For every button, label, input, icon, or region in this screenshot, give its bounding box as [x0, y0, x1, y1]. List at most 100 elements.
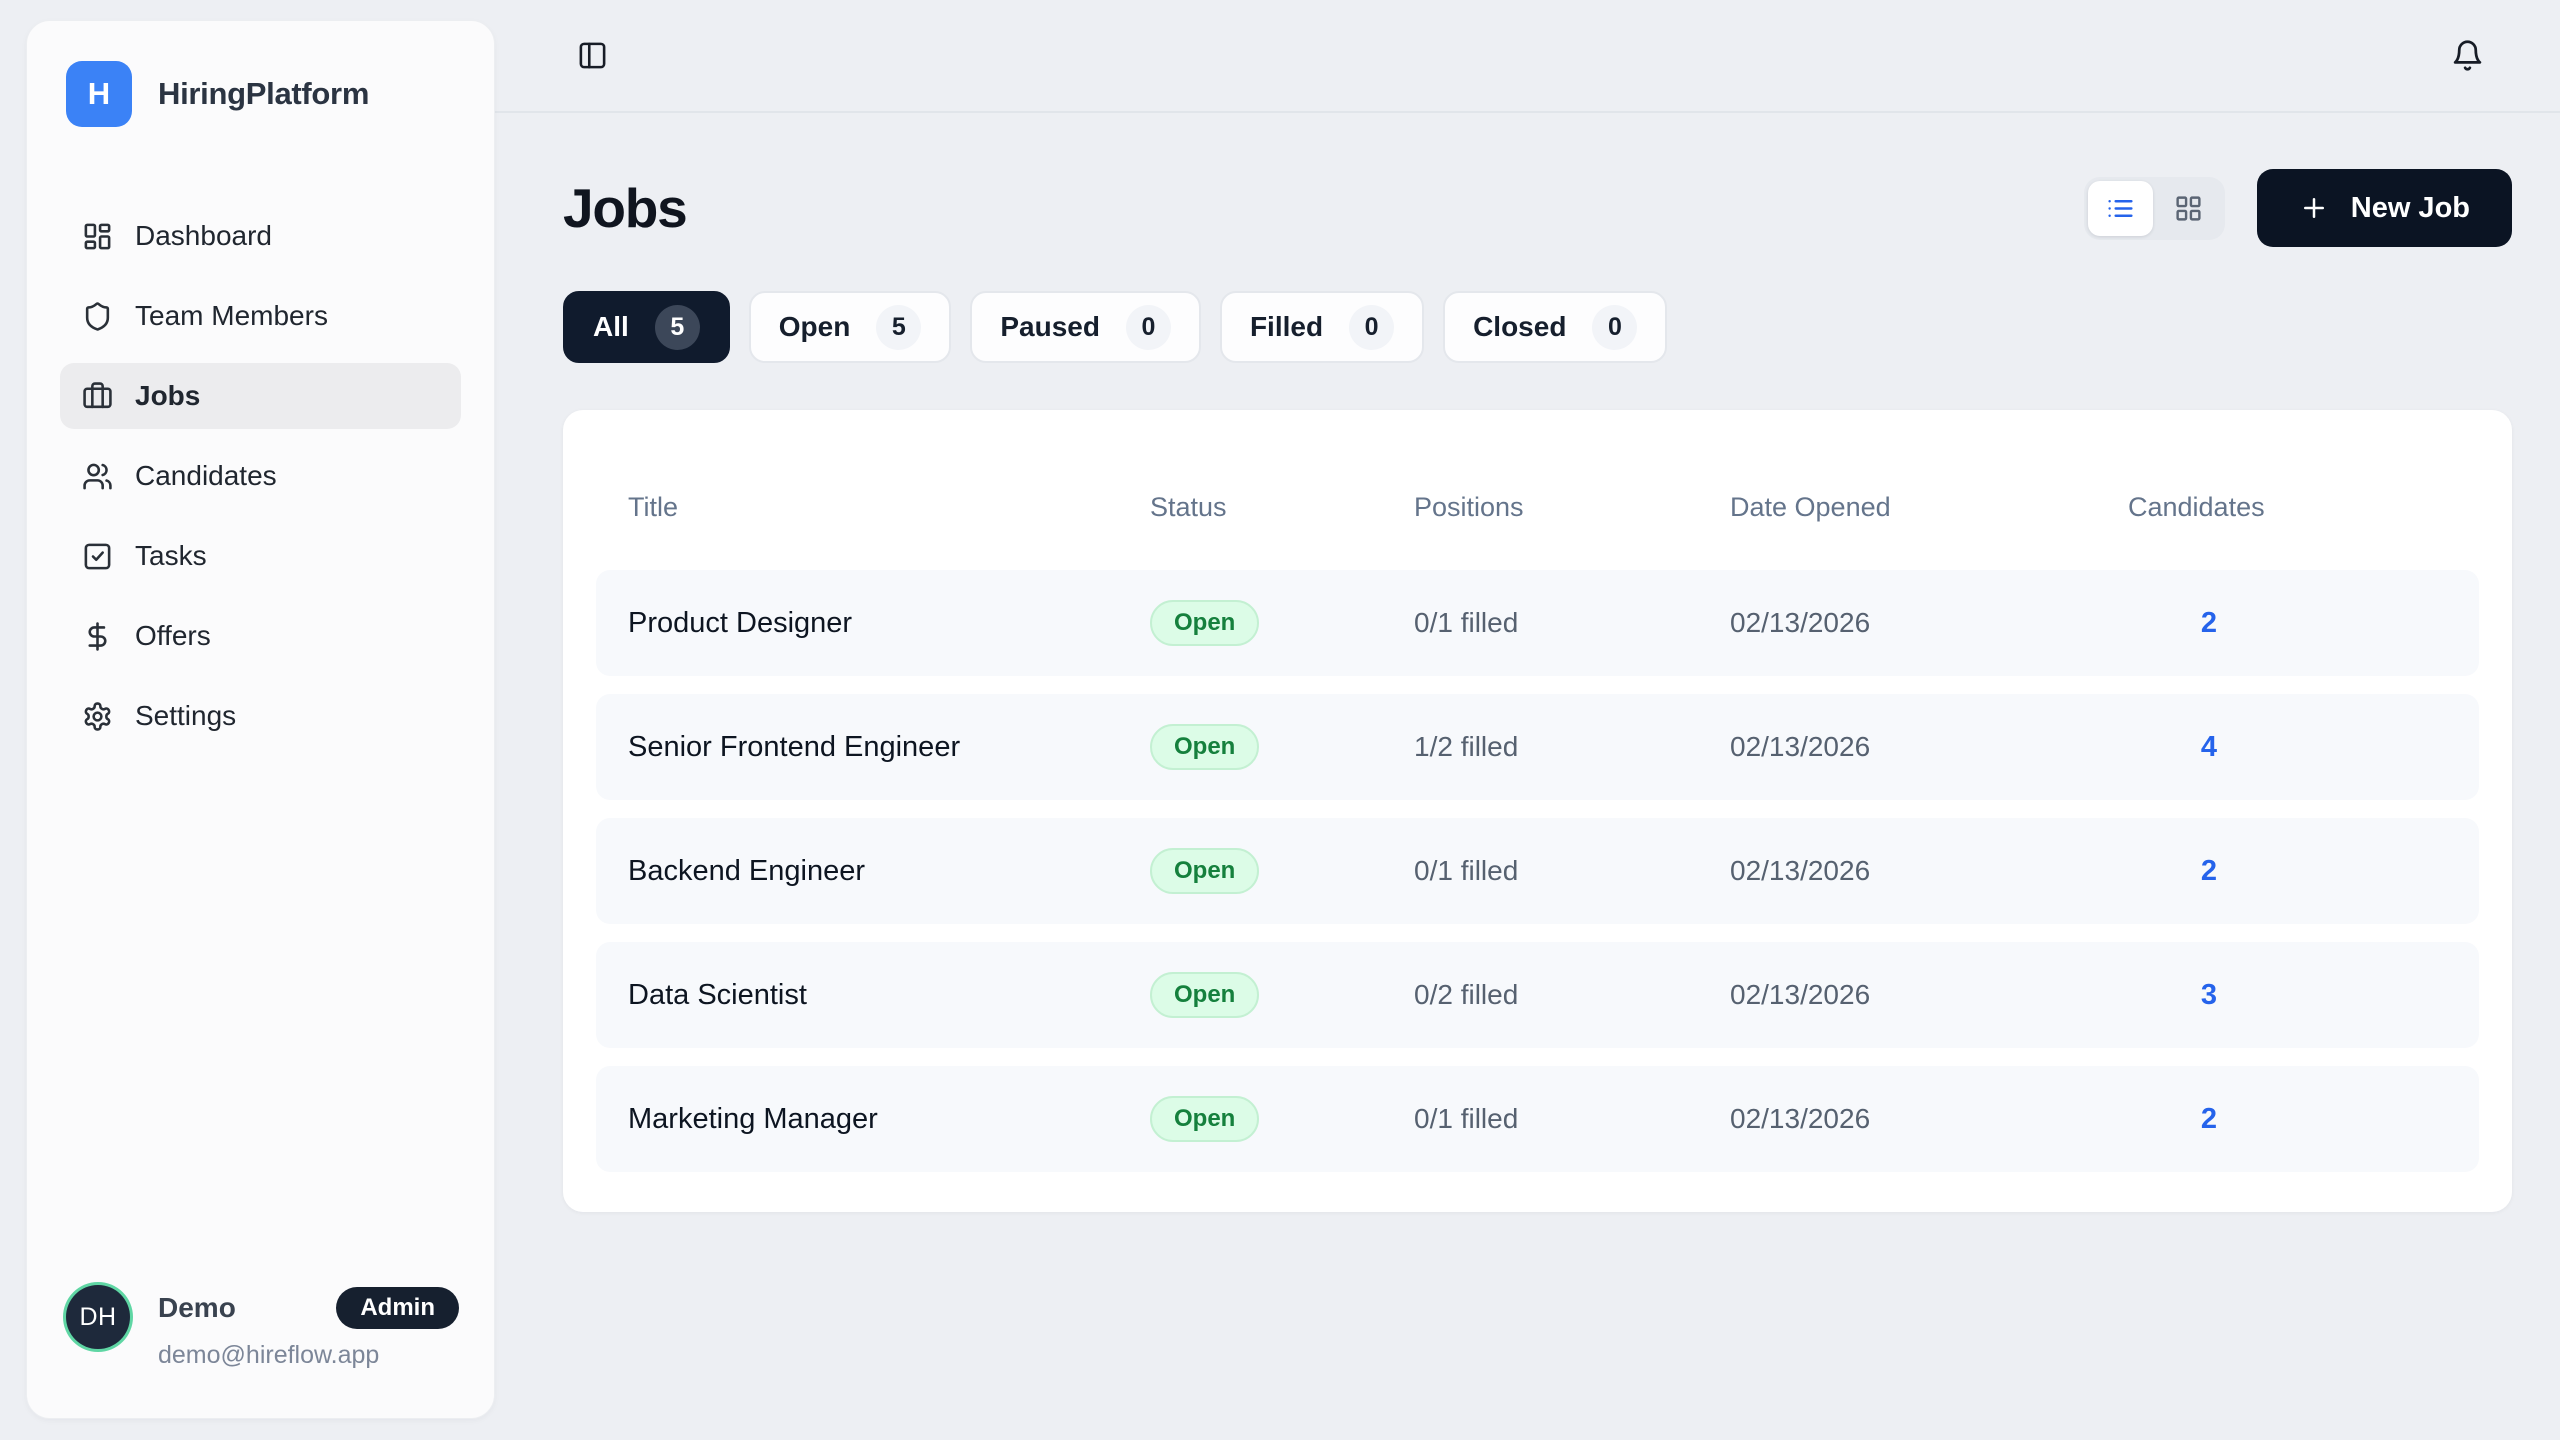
shield-icon	[82, 301, 113, 332]
filter-label: Paused	[1000, 311, 1100, 343]
jobs-table-header: TitleStatusPositionsDate OpenedCandidate…	[596, 444, 2479, 570]
job-row[interactable]: Data Scientist Open 0/2 filled 02/13/202…	[596, 942, 2479, 1048]
filter-tab-filled[interactable]: Filled 0	[1220, 291, 1424, 363]
new-job-label: New Job	[2351, 192, 2470, 225]
candidates-count: 2	[2128, 1103, 2290, 1136]
grid-icon	[2174, 194, 2203, 223]
job-title: Product Designer	[628, 607, 1150, 640]
job-row[interactable]: Backend Engineer Open 0/1 filled 02/13/2…	[596, 818, 2479, 924]
filter-label: All	[593, 311, 629, 343]
job-row[interactable]: Product Designer Open 0/1 filled 02/13/2…	[596, 570, 2479, 676]
topbar	[495, 0, 2560, 113]
panel-left-icon	[577, 40, 608, 71]
sidebar-item-jobs[interactable]: Jobs	[60, 363, 461, 429]
status-badge: Open	[1150, 848, 1259, 894]
status-badge: Open	[1150, 600, 1259, 646]
positions-filled: 1/2 filled	[1414, 731, 1730, 763]
date-opened: 02/13/2026	[1730, 979, 2128, 1011]
list-icon	[2106, 194, 2135, 223]
positions-filled: 0/2 filled	[1414, 979, 1730, 1011]
column-header-candidates: Candidates	[2128, 492, 2290, 523]
filter-count-badge: 0	[1592, 305, 1637, 350]
brand-logo: H	[66, 61, 132, 127]
column-header-positions: Positions	[1414, 492, 1730, 523]
plus-icon	[2299, 193, 2329, 223]
new-job-button[interactable]: New Job	[2257, 169, 2512, 247]
chevron-right-icon	[2393, 856, 2423, 886]
status-badge: Open	[1150, 1096, 1259, 1142]
user-email: demo@hireflow.app	[158, 1341, 459, 1370]
job-row[interactable]: Marketing Manager Open 0/1 filled 02/13/…	[596, 1066, 2479, 1172]
briefcase-icon	[82, 381, 113, 412]
sidebar-item-candidates[interactable]: Candidates	[60, 443, 461, 509]
page-header: Jobs New Job	[563, 169, 2512, 247]
grid-view-button[interactable]	[2156, 181, 2221, 236]
sidebar-nav: Dashboard Team Members Jobs Candidates T…	[60, 203, 461, 749]
avatar: DH	[66, 1285, 130, 1349]
job-title: Marketing Manager	[628, 1103, 1150, 1136]
filter-tab-all[interactable]: All 5	[563, 291, 730, 363]
date-opened: 02/13/2026	[1730, 607, 2128, 639]
user-card[interactable]: DH Demo Admin demo@hireflow.app	[60, 1279, 461, 1378]
settings-icon	[82, 701, 113, 732]
positions-filled: 0/1 filled	[1414, 855, 1730, 887]
sidebar: H HiringPlatform Dashboard Team Members …	[26, 20, 495, 1419]
role-badge: Admin	[336, 1287, 459, 1329]
status-badge: Open	[1150, 972, 1259, 1018]
filter-tab-open[interactable]: Open 5	[749, 291, 952, 363]
filter-label: Filled	[1250, 311, 1323, 343]
filter-count-badge: 5	[655, 305, 700, 350]
column-header-title: Title	[628, 492, 1150, 523]
user-meta: Demo Admin demo@hireflow.app	[158, 1285, 459, 1370]
job-title: Backend Engineer	[628, 855, 1150, 888]
brand: H HiringPlatform	[60, 61, 461, 127]
brand-name: HiringPlatform	[158, 76, 369, 112]
date-opened: 02/13/2026	[1730, 855, 2128, 887]
job-title: Data Scientist	[628, 979, 1150, 1012]
list-view-button[interactable]	[2088, 181, 2153, 236]
candidates-count: 2	[2128, 855, 2290, 888]
sidebar-item-settings[interactable]: Settings	[60, 683, 461, 749]
jobs-table-card: TitleStatusPositionsDate OpenedCandidate…	[563, 410, 2512, 1212]
positions-filled: 0/1 filled	[1414, 1103, 1730, 1135]
chevron-right-icon	[2393, 608, 2423, 638]
column-header-date-opened: Date Opened	[1730, 492, 2128, 523]
chevron-right-icon	[2393, 732, 2423, 762]
sidebar-toggle-button[interactable]	[573, 36, 612, 75]
filter-count-badge: 0	[1349, 305, 1394, 350]
jobs-table-body: Product Designer Open 0/1 filled 02/13/2…	[596, 570, 2479, 1172]
filter-tab-closed[interactable]: Closed 0	[1443, 291, 1667, 363]
filter-label: Closed	[1473, 311, 1566, 343]
dollar-icon	[82, 621, 113, 652]
chevron-right-icon	[2393, 980, 2423, 1010]
sidebar-item-dashboard[interactable]: Dashboard	[60, 203, 461, 269]
candidates-count: 4	[2128, 731, 2290, 764]
filter-count-badge: 0	[1126, 305, 1171, 350]
date-opened: 02/13/2026	[1730, 731, 2128, 763]
sidebar-item-offers[interactable]: Offers	[60, 603, 461, 669]
filter-tab-paused[interactable]: Paused 0	[970, 291, 1201, 363]
positions-filled: 0/1 filled	[1414, 607, 1730, 639]
tasks-icon	[82, 541, 113, 572]
view-toggle	[2084, 177, 2225, 240]
candidates-count: 2	[2128, 607, 2290, 640]
notifications-button[interactable]	[2447, 35, 2488, 76]
dashboard-icon	[82, 221, 113, 252]
page-title: Jobs	[563, 176, 687, 240]
bell-icon	[2451, 39, 2484, 72]
job-row[interactable]: Senior Frontend Engineer Open 1/2 filled…	[596, 694, 2479, 800]
job-title: Senior Frontend Engineer	[628, 731, 1150, 764]
status-badge: Open	[1150, 724, 1259, 770]
jobs-page: Jobs New Job All 5 Open	[495, 113, 2560, 1440]
status-filter-tabs: All 5 Open 5 Paused 0 Filled 0 Closed 0	[563, 291, 2512, 363]
filter-count-badge: 5	[876, 305, 921, 350]
sidebar-item-team-members[interactable]: Team Members	[60, 283, 461, 349]
filter-label: Open	[779, 311, 851, 343]
column-header-status: Status	[1150, 492, 1414, 523]
user-name: Demo	[158, 1292, 236, 1324]
main-area: Jobs New Job All 5 Open	[495, 0, 2560, 1440]
chevron-right-icon	[2393, 1104, 2423, 1134]
date-opened: 02/13/2026	[1730, 1103, 2128, 1135]
sidebar-item-tasks[interactable]: Tasks	[60, 523, 461, 589]
candidates-count: 3	[2128, 979, 2290, 1012]
